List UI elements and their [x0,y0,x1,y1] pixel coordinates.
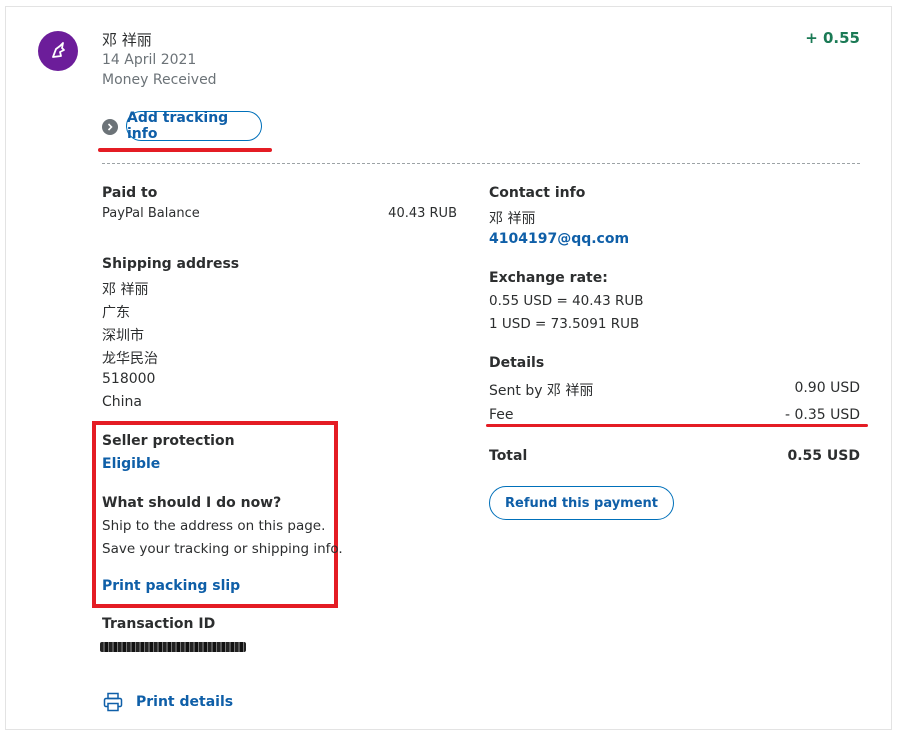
details-label: Details [489,355,545,371]
what-to-do-heading: What should I do now? [102,495,282,511]
highlight-underline [98,148,272,152]
paid-to-label: Paid to [102,185,158,201]
contact-name: 邓 祥丽 [489,211,536,227]
divider [102,163,860,164]
merchant-logo-icon [52,42,65,58]
exchange-rate-line: 0.55 USD = 40.43 RUB [489,293,644,309]
refund-button[interactable]: Refund this payment [489,486,674,520]
shipping-line: 518000 [102,371,156,387]
shipping-line: China [102,394,142,410]
transaction-id-label: Transaction ID [102,616,216,632]
transaction-amount: + 0.55 [805,29,860,47]
total-value: 0.55 USD [787,448,861,464]
counterparty-name: 邓 祥丽 [102,31,152,49]
sent-by-value: 0.90 USD [794,380,860,396]
chevron-right-icon [102,119,118,135]
fee-value: - 0.35 USD [784,407,860,423]
transaction-type: Money Received [102,72,217,88]
shipping-address-label: Shipping address [102,256,240,272]
shipping-line: 龙华民治 [102,351,158,367]
instruction-save: Save your tracking or shipping info. [102,541,343,557]
paid-to-amount: 40.43 RUB [388,206,457,221]
printer-icon [103,692,123,712]
instruction-ship: Ship to the address on this page. [102,518,326,534]
print-packing-slip-link[interactable]: Print packing slip [102,578,240,594]
print-details-label: Print details [136,694,234,710]
seller-protection-status[interactable]: Eligible [102,456,160,472]
redacted-transaction-id [100,642,246,652]
paid-to-method: PayPal Balance [102,206,200,221]
seller-protection-label: Seller protection [102,433,235,449]
sent-by-label: Sent by 邓 祥丽 [489,383,594,399]
fee-label: Fee [489,407,514,423]
print-details-link[interactable]: Print details [102,691,233,713]
contact-info-label: Contact info [489,185,586,201]
exchange-rate-line: 1 USD = 73.5091 RUB [489,316,640,332]
highlight-underline [486,424,868,427]
total-label: Total [489,448,528,464]
exchange-rate-label: Exchange rate: [489,270,608,286]
add-tracking-info-button[interactable]: Add tracking info [126,110,262,142]
transaction-date: 14 April 2021 [102,52,197,68]
shipping-line: 广东 [102,305,130,321]
avatar [38,31,78,71]
contact-email-link[interactable]: 4104197@qq.com [489,231,629,247]
shipping-line: 深圳市 [102,328,144,344]
shipping-line: 邓 祥丽 [102,282,149,298]
